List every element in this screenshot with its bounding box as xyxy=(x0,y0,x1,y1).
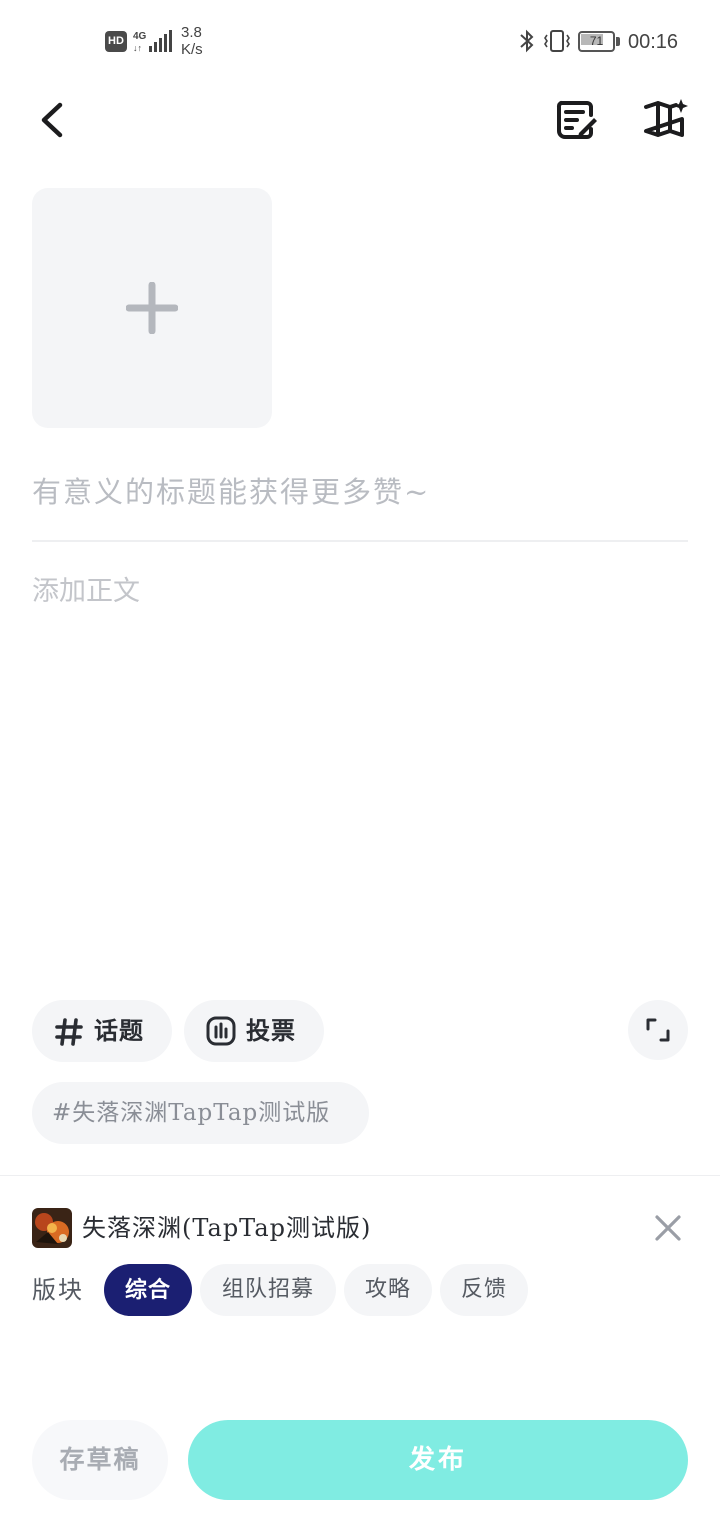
add-image-button[interactable] xyxy=(32,188,272,428)
book-sparkle-icon xyxy=(644,99,688,137)
back-button[interactable] xyxy=(30,95,78,145)
vote-label: 投票 xyxy=(246,1016,296,1045)
draft-edit-icon xyxy=(556,101,597,139)
vibrate-icon xyxy=(544,30,570,52)
publish-button[interactable]: 发布 xyxy=(188,1420,688,1500)
network-type: 4G xyxy=(133,31,147,42)
battery-indicator: 71 xyxy=(578,31,620,52)
board-option-general[interactable]: 综合 xyxy=(104,1264,192,1316)
expand-button[interactable] xyxy=(628,1000,688,1060)
hashtag-icon xyxy=(55,1018,83,1046)
plus-icon xyxy=(126,282,178,334)
board-option-guide[interactable]: 攻略 xyxy=(344,1264,432,1316)
expand-icon xyxy=(646,1018,670,1042)
game-icon xyxy=(32,1208,72,1248)
board-option-team-recruit[interactable]: 组队招募 xyxy=(200,1264,336,1316)
signal-icon: 4G ↓↑ xyxy=(133,30,172,53)
game-name[interactable]: 失落深渊(TapTap测试版) xyxy=(82,1208,371,1248)
hd-badge: HD xyxy=(105,31,127,52)
bluetooth-icon xyxy=(520,29,534,53)
board-label: 版块 xyxy=(32,1276,84,1304)
board-option-feedback[interactable]: 反馈 xyxy=(440,1264,528,1316)
remove-game-button[interactable] xyxy=(650,1210,686,1246)
vote-chart-icon xyxy=(206,1016,236,1046)
guide-button[interactable] xyxy=(640,97,688,143)
draft-box-button[interactable] xyxy=(553,97,599,143)
body-input[interactable] xyxy=(32,572,688,952)
save-draft-button[interactable]: 存草稿 xyxy=(32,1420,168,1500)
chevron-left-icon xyxy=(41,102,63,138)
battery-level: 71 xyxy=(589,34,604,48)
section-divider xyxy=(0,1175,720,1176)
title-input[interactable] xyxy=(32,470,688,514)
vote-button[interactable]: 投票 xyxy=(184,1000,324,1062)
close-icon xyxy=(655,1215,681,1241)
selected-tag-chip[interactable]: #失落深渊TapTap测试版 xyxy=(32,1082,369,1144)
title-divider xyxy=(32,540,688,542)
svg-text:↓↑: ↓↑ xyxy=(133,43,142,53)
network-speed: 3.8 K/s xyxy=(181,24,203,58)
status-bar: HD 4G ↓↑ 3.8 K/s 71 00:16 xyxy=(0,0,720,84)
clock: 00:16 xyxy=(628,31,679,53)
topic-label: 话题 xyxy=(94,1016,144,1045)
topic-button[interactable]: 话题 xyxy=(32,1000,172,1062)
